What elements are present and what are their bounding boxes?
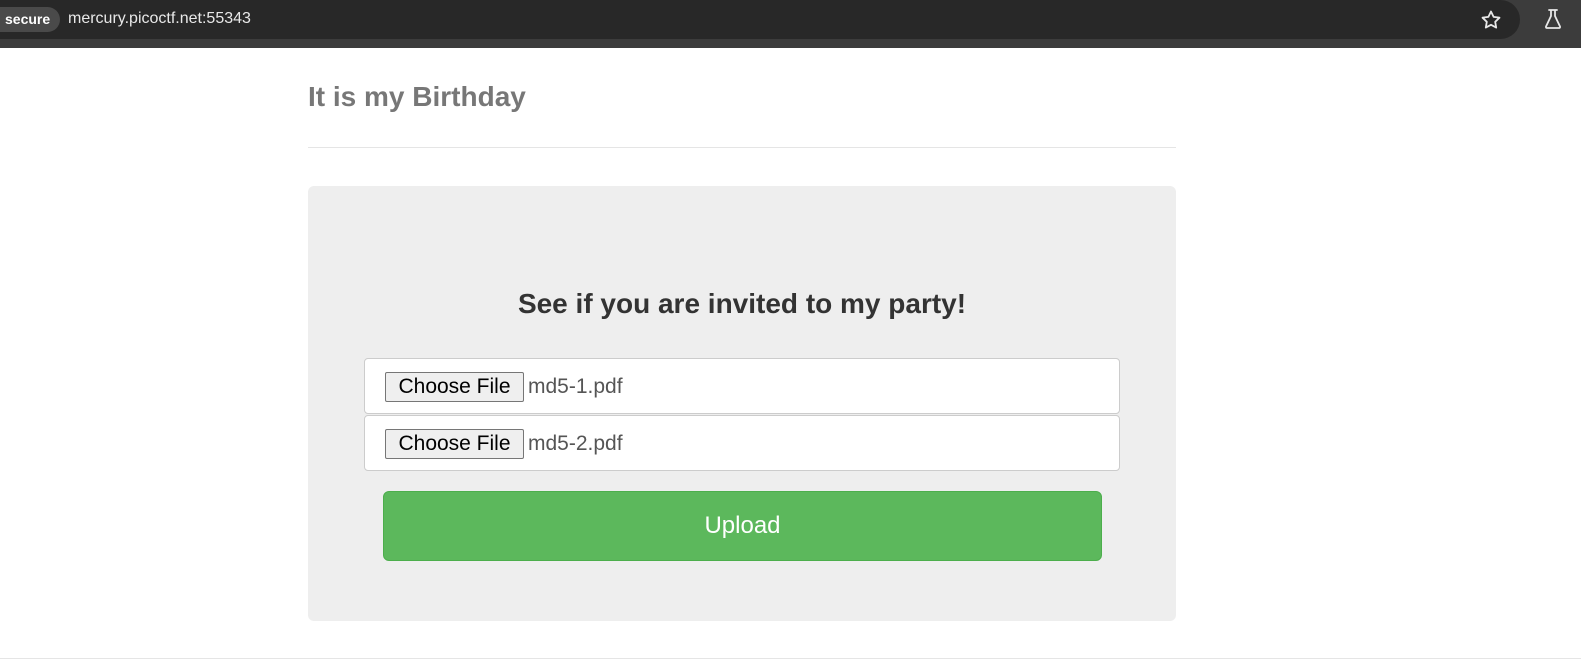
url-text[interactable]: mercury.picoctf.net:55343 bbox=[68, 9, 251, 29]
selected-file-name: md5-2.pdf bbox=[528, 432, 623, 455]
flask-icon[interactable] bbox=[1541, 7, 1565, 31]
choose-file-button[interactable]: Choose File bbox=[385, 372, 524, 402]
file-input-1[interactable]: Choose File md5-1.pdf bbox=[364, 358, 1120, 414]
security-chip[interactable]: secure bbox=[0, 7, 61, 32]
star-icon[interactable] bbox=[1479, 8, 1503, 32]
choose-file-button[interactable]: Choose File bbox=[385, 429, 524, 459]
browser-toolbar: secure mercury.picoctf.net:55343 bbox=[0, 0, 1581, 48]
upload-button[interactable]: Upload bbox=[383, 491, 1102, 561]
address-bar[interactable]: secure mercury.picoctf.net:55343 bbox=[0, 0, 1520, 39]
footer-divider bbox=[0, 658, 1581, 659]
page-title: It is my Birthday bbox=[308, 81, 526, 112]
page-body: It is my Birthday See if you are invited… bbox=[0, 48, 1581, 671]
panel-heading: See if you are invited to my party! bbox=[517, 288, 967, 319]
upload-panel: See if you are invited to my party! Choo… bbox=[308, 186, 1176, 621]
selected-file-name: md5-1.pdf bbox=[528, 375, 623, 398]
header-divider bbox=[308, 147, 1176, 148]
file-input-2[interactable]: Choose File md5-2.pdf bbox=[364, 415, 1120, 471]
